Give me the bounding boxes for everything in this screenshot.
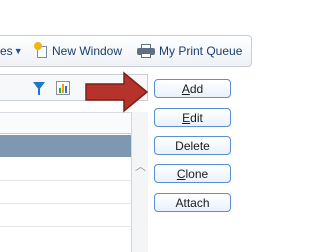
vertical-scrollbar[interactable]: ︿: [131, 112, 148, 252]
edit-button[interactable]: Edit: [154, 108, 231, 127]
clone-button[interactable]: Clone: [154, 164, 231, 183]
my-print-queue-label: My Print Queue: [159, 44, 243, 58]
delete-button[interactable]: Delete: [154, 136, 231, 155]
top-toolbar: es ▼ New Window My Print Queue: [0, 35, 252, 67]
add-button[interactable]: Add: [154, 79, 231, 98]
chevron-down-icon: ▼: [13, 46, 23, 56]
new-window-label: New Window: [52, 44, 123, 58]
delete-button-label: Delete: [175, 138, 210, 153]
clone-button-label: Clone: [176, 166, 209, 181]
edit-button-label: Edit: [182, 110, 203, 125]
new-window-button[interactable]: New Window: [34, 36, 123, 66]
filter-icon[interactable]: [33, 82, 45, 95]
add-button-label: Add: [181, 81, 204, 96]
chart-icon[interactable]: [56, 81, 70, 95]
queries-menu-label: es: [0, 44, 13, 58]
table-row[interactable]: [0, 203, 131, 204]
table-row[interactable]: [0, 180, 131, 181]
selected-table-row[interactable]: [0, 135, 131, 157]
table-row[interactable]: [0, 226, 131, 227]
queries-menu[interactable]: es ▼: [0, 36, 23, 66]
red-arrow-icon: [85, 71, 149, 113]
new-window-icon: [34, 41, 48, 59]
printer-icon: [137, 44, 155, 58]
attach-button[interactable]: Attach: [154, 193, 231, 212]
grid-header-row: [0, 112, 131, 134]
my-print-queue-button[interactable]: My Print Queue: [137, 36, 242, 66]
scroll-up-icon[interactable]: ︿: [135, 158, 146, 174]
attach-button-label: Attach: [175, 195, 210, 210]
